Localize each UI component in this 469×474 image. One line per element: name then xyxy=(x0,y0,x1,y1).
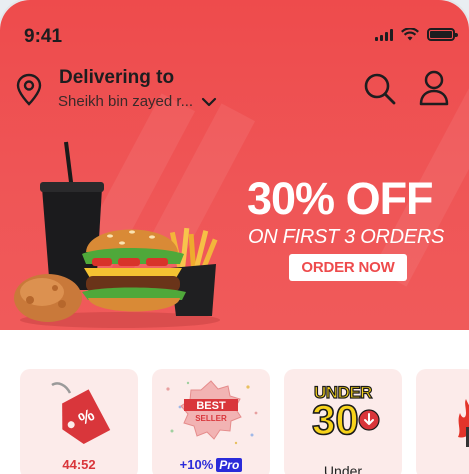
delivering-to-label: Delivering to xyxy=(59,67,175,88)
category-card-under-30[interactable]: UNDER 30 Under xyxy=(284,369,402,474)
promo-banner[interactable]: 9:41 Delivering to Sheikh bin zayed r... xyxy=(0,0,469,330)
category-card-partial[interactable] xyxy=(416,369,469,474)
delivery-address: Sheikh bin zayed r... xyxy=(58,93,194,110)
discount-tag-icon: % xyxy=(51,382,111,445)
category-row: % 44:52 BEST SELLER +10% Pro UNDER 30 Un… xyxy=(20,369,469,474)
signal-icon xyxy=(375,28,393,41)
wifi-icon xyxy=(401,28,419,41)
best-seller-badge-icon: BEST SELLER xyxy=(180,380,242,440)
status-icons xyxy=(375,28,458,41)
category-label-row: +10% Pro xyxy=(152,457,270,472)
under-30-badge-number: 30 xyxy=(311,396,359,443)
profile-icon[interactable] xyxy=(418,70,450,106)
fire-icon xyxy=(458,399,469,447)
promo-subline: ON FIRST 3 ORDERS xyxy=(248,226,445,248)
address-selector[interactable]: Sheikh bin zayed r... xyxy=(58,93,217,110)
category-label: 44:52 xyxy=(62,457,96,472)
pro-tag: Pro xyxy=(216,457,243,472)
burger-meal-image xyxy=(14,141,220,328)
search-icon[interactable] xyxy=(363,72,397,106)
chevron-down-icon xyxy=(201,97,217,106)
category-card-best-seller[interactable]: BEST SELLER +10% Pro xyxy=(152,369,270,474)
app-screen: 9:41 Delivering to Sheikh bin zayed r... xyxy=(0,0,469,474)
best-seller-badge-bottom: SELLER xyxy=(195,414,227,423)
category-card-discount[interactable]: % 44:52 xyxy=(20,369,138,474)
category-label: +10% xyxy=(179,457,214,472)
battery-icon xyxy=(427,28,458,41)
location-pin-icon[interactable] xyxy=(16,73,42,107)
status-time: 9:41 xyxy=(24,26,63,47)
best-seller-badge-top: BEST xyxy=(196,400,226,412)
category-label: Under xyxy=(323,463,363,474)
order-now-button[interactable]: ORDER NOW xyxy=(289,254,407,281)
promo-headline: 30% OFF xyxy=(247,173,434,224)
arrow-down-circle-icon xyxy=(358,409,380,431)
